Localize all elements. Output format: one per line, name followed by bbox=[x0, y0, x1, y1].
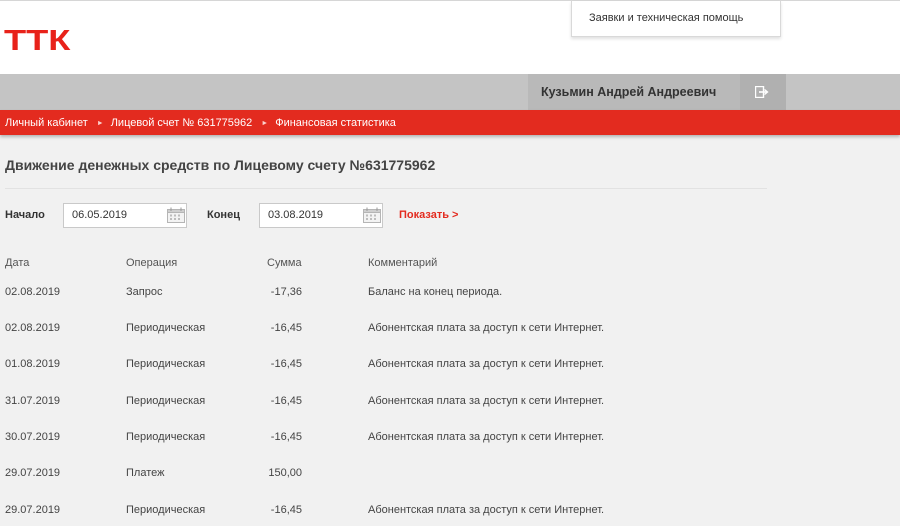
logout-icon bbox=[755, 86, 769, 98]
user-bar: Кузьмин Андрей Андреевич bbox=[0, 74, 900, 110]
start-date-label: Начало bbox=[5, 209, 45, 221]
breadcrumb: Личный кабинет ► Лицевой счет № 631775962 ►… bbox=[0, 110, 900, 135]
page-title: Движение денежных средств по Лицевому сч… bbox=[5, 157, 436, 173]
row-comment: Абонентская плата за доступ к сети Интер… bbox=[368, 504, 605, 516]
table-row: 29.07.2019 Платеж 150,00 bbox=[0, 467, 900, 487]
help-link[interactable]: Заявки и техническая помощь bbox=[571, 1, 781, 37]
row-comment: Абонентская плата за доступ к сети Интер… bbox=[368, 322, 605, 334]
row-sum: -16,45 bbox=[270, 395, 302, 407]
table-row: 02.08.2019 Запрос -17,36 Баланс на конец… bbox=[0, 286, 900, 306]
row-sum: -17,36 bbox=[270, 286, 302, 298]
table-row: 29.07.2019 Периодическая -16,45 Абонентс… bbox=[0, 504, 900, 524]
row-sum: -16,45 bbox=[270, 322, 302, 334]
ttk-logo[interactable]: ТТК bbox=[4, 27, 70, 56]
show-button[interactable]: Показать > bbox=[399, 209, 458, 221]
divider bbox=[5, 188, 767, 189]
top-header: ТТК Заявки и техническая помощь bbox=[0, 0, 900, 74]
row-comment: Абонентская плата за доступ к сети Интер… bbox=[368, 395, 605, 407]
row-sum: -16,45 bbox=[270, 358, 302, 370]
table-row: 30.07.2019 Периодическая -16,45 Абонентс… bbox=[0, 431, 900, 451]
breadcrumb-arrow-icon: ► bbox=[261, 120, 269, 127]
calendar-icon[interactable] bbox=[167, 207, 185, 223]
row-sum: 150,00 bbox=[268, 467, 302, 479]
breadcrumb-financial-stats[interactable]: Финансовая статистика bbox=[275, 117, 396, 129]
table-row: 02.08.2019 Периодическая -16,45 Абонентс… bbox=[0, 322, 900, 342]
column-header-sum: Сумма bbox=[267, 257, 302, 269]
calendar-icon[interactable] bbox=[363, 207, 381, 223]
row-comment: Абонентская плата за доступ к сети Интер… bbox=[368, 431, 605, 443]
column-header-comment: Комментарий bbox=[368, 257, 438, 269]
user-name[interactable]: Кузьмин Андрей Андреевич bbox=[528, 74, 740, 110]
table-row: 01.08.2019 Периодическая -16,45 Абонентс… bbox=[0, 358, 900, 378]
end-date-label: Конец bbox=[207, 209, 240, 221]
column-header-operation: Операция bbox=[126, 257, 178, 269]
table-row: 31.07.2019 Периодическая -16,45 Абонентс… bbox=[0, 395, 900, 415]
row-comment: Баланс на конец периода. bbox=[368, 286, 503, 298]
breadcrumb-account[interactable]: Лицевой счет № 631775962 bbox=[111, 117, 253, 129]
row-sum: -16,45 bbox=[270, 431, 302, 443]
column-header-date: Дата bbox=[5, 257, 30, 269]
breadcrumb-arrow-icon: ► bbox=[96, 120, 104, 127]
breadcrumb-personal-cabinet[interactable]: Личный кабинет bbox=[5, 117, 88, 129]
row-sum: -16,45 bbox=[270, 504, 302, 516]
logout-button[interactable] bbox=[740, 74, 786, 110]
row-comment: Абонентская плата за доступ к сети Интер… bbox=[368, 358, 605, 370]
